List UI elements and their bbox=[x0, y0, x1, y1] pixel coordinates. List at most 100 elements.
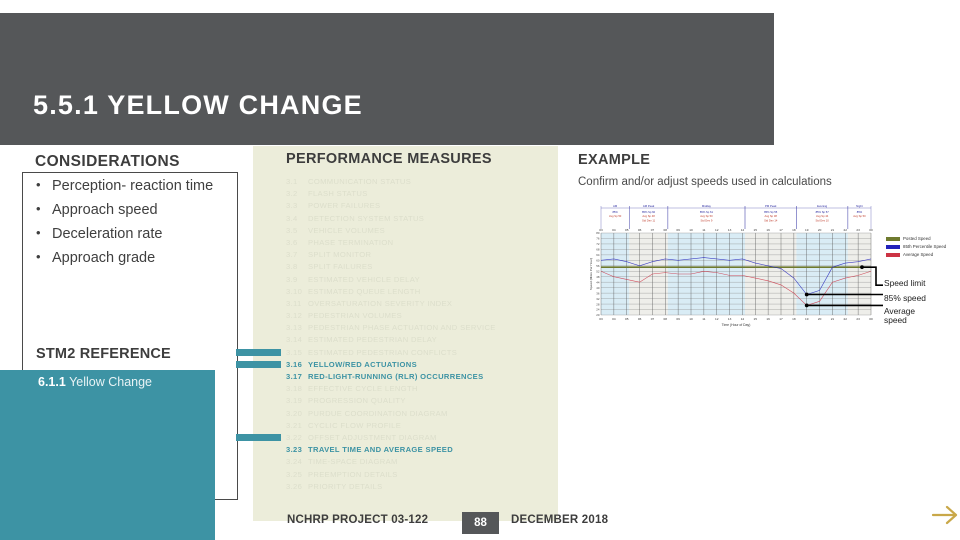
performance-measure-item[interactable]: 3.5 VEHICLE VOLUMES bbox=[286, 225, 554, 237]
performance-measure-item[interactable]: 3.26 PRIORITY DETAILS bbox=[286, 481, 554, 493]
performance-measure-item[interactable]: 3.25 PREEMPTION DETAILS bbox=[286, 469, 554, 481]
performance-measure-item[interactable]: 3.1 COMMUNICATION STATUS bbox=[286, 176, 554, 188]
performance-measure-label: VEHICLE VOLUMES bbox=[308, 225, 385, 235]
performance-measure-number: 3.17 bbox=[286, 372, 303, 381]
svg-text:68: 68 bbox=[596, 248, 600, 252]
svg-text:Midday: Midday bbox=[702, 204, 712, 208]
svg-text:85% Sp 57: 85% Sp 57 bbox=[816, 210, 830, 214]
svg-text:12: 12 bbox=[715, 228, 719, 232]
footer-project-label: NCHRP PROJECT 03-122 bbox=[287, 514, 429, 526]
performance-measure-label: ESTIMATED VEHICLE DELAY bbox=[308, 274, 420, 284]
performance-measure-item[interactable]: 3.11 OVERSATURATION SEVERITY INDEX bbox=[286, 298, 554, 310]
chart-callout-label: Average speed bbox=[884, 306, 916, 326]
performance-measure-number: 3.7 bbox=[286, 250, 298, 260]
performance-measure-number: 3.13 bbox=[286, 323, 303, 333]
svg-text:12: 12 bbox=[715, 317, 719, 321]
performance-measure-item[interactable]: 3.3 POWER FAILURES bbox=[286, 200, 554, 212]
svg-text:07: 07 bbox=[651, 317, 655, 321]
performance-measure-number: 3.1 bbox=[286, 177, 298, 186]
performance-measure-item[interactable]: 3.10 ESTIMATED QUEUE LENGTH bbox=[286, 286, 554, 298]
performance-measure-item[interactable]: 3.13 PEDESTRIAN PHASE ACTUATION AND SERVI… bbox=[286, 322, 554, 334]
svg-text:18: 18 bbox=[792, 317, 796, 321]
performance-measure-item[interactable]: 3.12 PEDESTRIAN VOLUMES bbox=[286, 310, 554, 322]
considerations-list: Perception- reaction time Approach speed D… bbox=[34, 177, 234, 274]
arrow-right-icon[interactable] bbox=[930, 502, 960, 528]
svg-text:64: 64 bbox=[596, 253, 600, 257]
stm2-reference-number: 6.1.1 bbox=[38, 375, 66, 389]
performance-measure-number: 3.4 bbox=[286, 213, 298, 223]
performance-measure-number: 3.3 bbox=[286, 201, 298, 211]
performance-measure-label: PURDUE COORDINATION DIAGRAM bbox=[308, 408, 448, 418]
svg-text:Avg Sp 48: Avg Sp 48 bbox=[642, 214, 655, 218]
svg-text:85% Sp 55: 85% Sp 55 bbox=[764, 210, 778, 214]
performance-measure-number: 3.8 bbox=[286, 262, 298, 272]
chart-callout-label: 85% speed bbox=[884, 293, 926, 303]
svg-text:20: 20 bbox=[818, 228, 822, 232]
performance-measure-label: DETECTION SYSTEM STATUS bbox=[308, 213, 425, 223]
consideration-item: Approach speed bbox=[34, 201, 234, 219]
performance-measure-label: ESTIMATED QUEUE LENGTH bbox=[308, 286, 421, 296]
performance-measure-label: PRIORITY DETAILS bbox=[308, 481, 383, 491]
performance-measure-number: 3.2 bbox=[286, 189, 298, 199]
svg-text:17: 17 bbox=[779, 317, 783, 321]
performance-measure-item[interactable]: 3.4 DETECTION SYSTEM STATUS bbox=[286, 213, 554, 225]
svg-text:22: 22 bbox=[844, 228, 848, 232]
svg-text:05: 05 bbox=[625, 317, 629, 321]
performance-measure-item[interactable]: 3.7 SPLIT MONITOR bbox=[286, 249, 554, 261]
performance-measure-number: 3.5 bbox=[286, 225, 298, 235]
svg-text:09: 09 bbox=[676, 228, 680, 232]
performance-measure-item[interactable]: 3.8 SPLIT FAILURES bbox=[286, 261, 554, 273]
performance-measure-item[interactable]: 3.18 EFFECTIVE CYCLE LENGTH bbox=[286, 383, 554, 395]
stm2-reference-title: Yellow Change bbox=[69, 375, 152, 389]
performance-measure-marker bbox=[236, 361, 281, 368]
svg-text:10: 10 bbox=[689, 317, 693, 321]
performance-measure-label: PHASE TERMINATION bbox=[308, 237, 394, 247]
performance-measure-label: SPLIT MONITOR bbox=[308, 250, 372, 260]
performance-measure-item[interactable]: 3.19 PROGRESSION QUALITY bbox=[286, 395, 554, 407]
svg-text:19: 19 bbox=[805, 228, 809, 232]
svg-text:08: 08 bbox=[664, 317, 668, 321]
performance-measure-item[interactable]: 3.2 FLASH STATUS bbox=[286, 188, 554, 200]
example-heading: EXAMPLE bbox=[578, 152, 651, 168]
performance-measure-item[interactable]: 3.14 ESTIMATED PEDESTRIAN DELAY bbox=[286, 334, 554, 346]
considerations-heading: CONSIDERATIONS bbox=[35, 153, 180, 170]
performance-measure-label: PREEMPTION DETAILS bbox=[308, 469, 398, 479]
performance-measure-label: EFFECTIVE CYCLE LENGTH bbox=[308, 384, 418, 394]
performance-measure-item[interactable]: 3.6 PHASE TERMINATION bbox=[286, 237, 554, 249]
footer-page-number: 88 bbox=[462, 512, 499, 534]
performance-measure-item[interactable]: 3.24 TIME-SPACE DIAGRAM bbox=[286, 456, 554, 468]
performance-measure-item[interactable]: 3.15 ESTIMATED PEDESTRIAN CONFLICTS bbox=[286, 347, 554, 359]
svg-text:44: 44 bbox=[596, 280, 600, 284]
svg-text:20: 20 bbox=[818, 317, 822, 321]
stm2-reference-item[interactable]: 6.1.1 Yellow Change bbox=[38, 375, 152, 389]
performance-measure-item[interactable]: 3.23 TRAVEL TIME AND AVERAGE SPEED bbox=[286, 444, 554, 456]
svg-text:Std Dev 14: Std Dev 14 bbox=[764, 218, 778, 222]
svg-text:04: 04 bbox=[612, 228, 616, 232]
performance-measure-item[interactable]: 3.17 RED-LIGHT-RUNNING (RLR) OCCURRENCES bbox=[286, 371, 554, 383]
svg-text:05: 05 bbox=[625, 228, 629, 232]
performance-measure-item[interactable]: 3.16 YELLOW/RED ACTUATIONS bbox=[286, 359, 554, 371]
performance-measure-number: 3.14 bbox=[286, 335, 303, 345]
performance-measure-label: ESTIMATED PEDESTRIAN CONFLICTS bbox=[308, 347, 458, 357]
performance-measure-item[interactable]: 3.9 ESTIMATED VEHICLE DELAY bbox=[286, 274, 554, 286]
performance-measure-number: 3.11 bbox=[286, 298, 302, 308]
svg-text:24: 24 bbox=[596, 308, 600, 312]
performance-measure-number: 3.25 bbox=[286, 469, 303, 479]
performance-measure-item[interactable]: 3.22 OFFSET ADJUSTMENT DIAGRAM bbox=[286, 432, 554, 444]
svg-text:22: 22 bbox=[844, 317, 848, 321]
performance-measure-number: 3.6 bbox=[286, 237, 298, 247]
performance-measure-label: COMMUNICATION STATUS bbox=[308, 177, 412, 186]
svg-text:85% Sp 60: 85% Sp 60 bbox=[642, 210, 656, 214]
svg-text:85% Sp 61: 85% Sp 61 bbox=[700, 210, 714, 214]
page-title: 5.5.1 YELLOW CHANGE bbox=[33, 90, 363, 120]
performance-measure-item[interactable]: 3.21 CYCLIC FLOW PROFILE bbox=[286, 420, 554, 432]
chart-legend: Posted Speed 85th Percentile Speed Average… bbox=[886, 236, 960, 260]
performance-measure-label: TRAVEL TIME AND AVERAGE SPEED bbox=[308, 445, 454, 455]
svg-text:10: 10 bbox=[689, 228, 693, 232]
performance-measure-label: PEDESTRIAN VOLUMES bbox=[308, 311, 403, 321]
performance-measure-item[interactable]: 3.20 PURDUE COORDINATION DIAGRAM bbox=[286, 408, 554, 420]
performance-measure-label: ESTIMATED PEDESTRIAN DELAY bbox=[308, 335, 438, 345]
performance-measure-label: FLASH STATUS bbox=[308, 189, 368, 199]
svg-text:11: 11 bbox=[702, 228, 705, 232]
svg-text:AM: AM bbox=[613, 204, 618, 208]
